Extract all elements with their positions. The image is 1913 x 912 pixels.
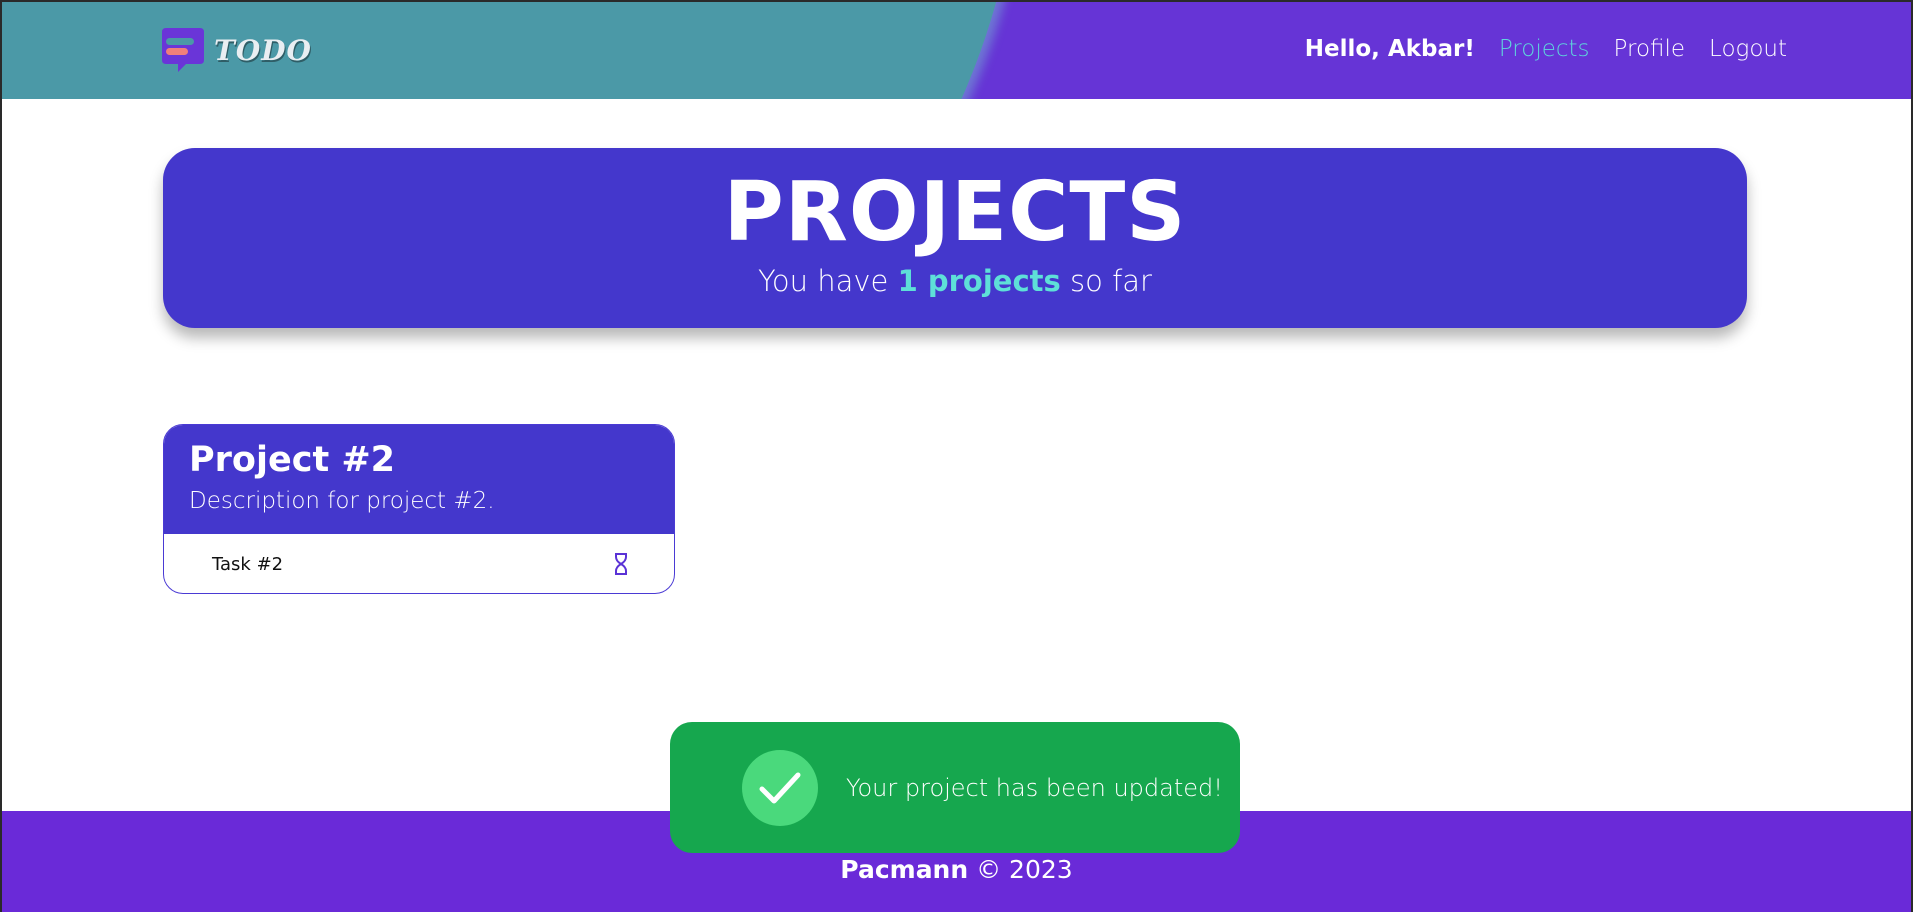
navbar: TODO Hello, Akbar! Projects Profile Logo… <box>2 2 1911 99</box>
hourglass-icon[interactable] <box>613 553 629 575</box>
nav-links: Hello, Akbar! Projects Profile Logout <box>1305 36 1787 62</box>
page-title: PROJECTS <box>723 165 1187 260</box>
logo-text: TODO <box>214 33 312 67</box>
nav-projects[interactable]: Projects <box>1499 36 1590 62</box>
footer-author: Pacmann <box>840 855 969 884</box>
footer-year: © 2023 <box>968 855 1073 884</box>
navbar-teal-shape <box>2 2 1022 99</box>
nav-logout[interactable]: Logout <box>1709 36 1787 62</box>
project-count-summary: You have 1 projects so far <box>163 264 1747 298</box>
project-count: 1 projects <box>897 264 1061 298</box>
summary-prefix: You have <box>758 264 898 298</box>
project-card-header[interactable]: Project #2 Description for project #2. <box>164 425 674 534</box>
project-card[interactable]: Project #2 Description for project #2. T… <box>163 424 675 594</box>
project-description: Description for project #2. <box>189 487 495 514</box>
nav-profile[interactable]: Profile <box>1614 36 1686 62</box>
task-row[interactable]: Task #2 <box>164 534 674 593</box>
chat-logo-icon <box>160 26 206 74</box>
projects-hero: PROJECTS You have 1 projects so far <box>163 148 1747 328</box>
summary-suffix: so far <box>1060 264 1152 298</box>
logo[interactable]: TODO <box>160 26 312 74</box>
toast-message: Your project has been updated! <box>846 773 1223 802</box>
success-toast[interactable]: Your project has been updated! <box>670 722 1240 853</box>
project-title: Project #2 <box>189 440 396 480</box>
check-icon <box>742 749 818 826</box>
user-greeting: Hello, Akbar! <box>1304 36 1475 62</box>
footer-copyright: Pacmann © 2023 <box>2 855 1911 884</box>
task-label: Task #2 <box>212 553 284 575</box>
